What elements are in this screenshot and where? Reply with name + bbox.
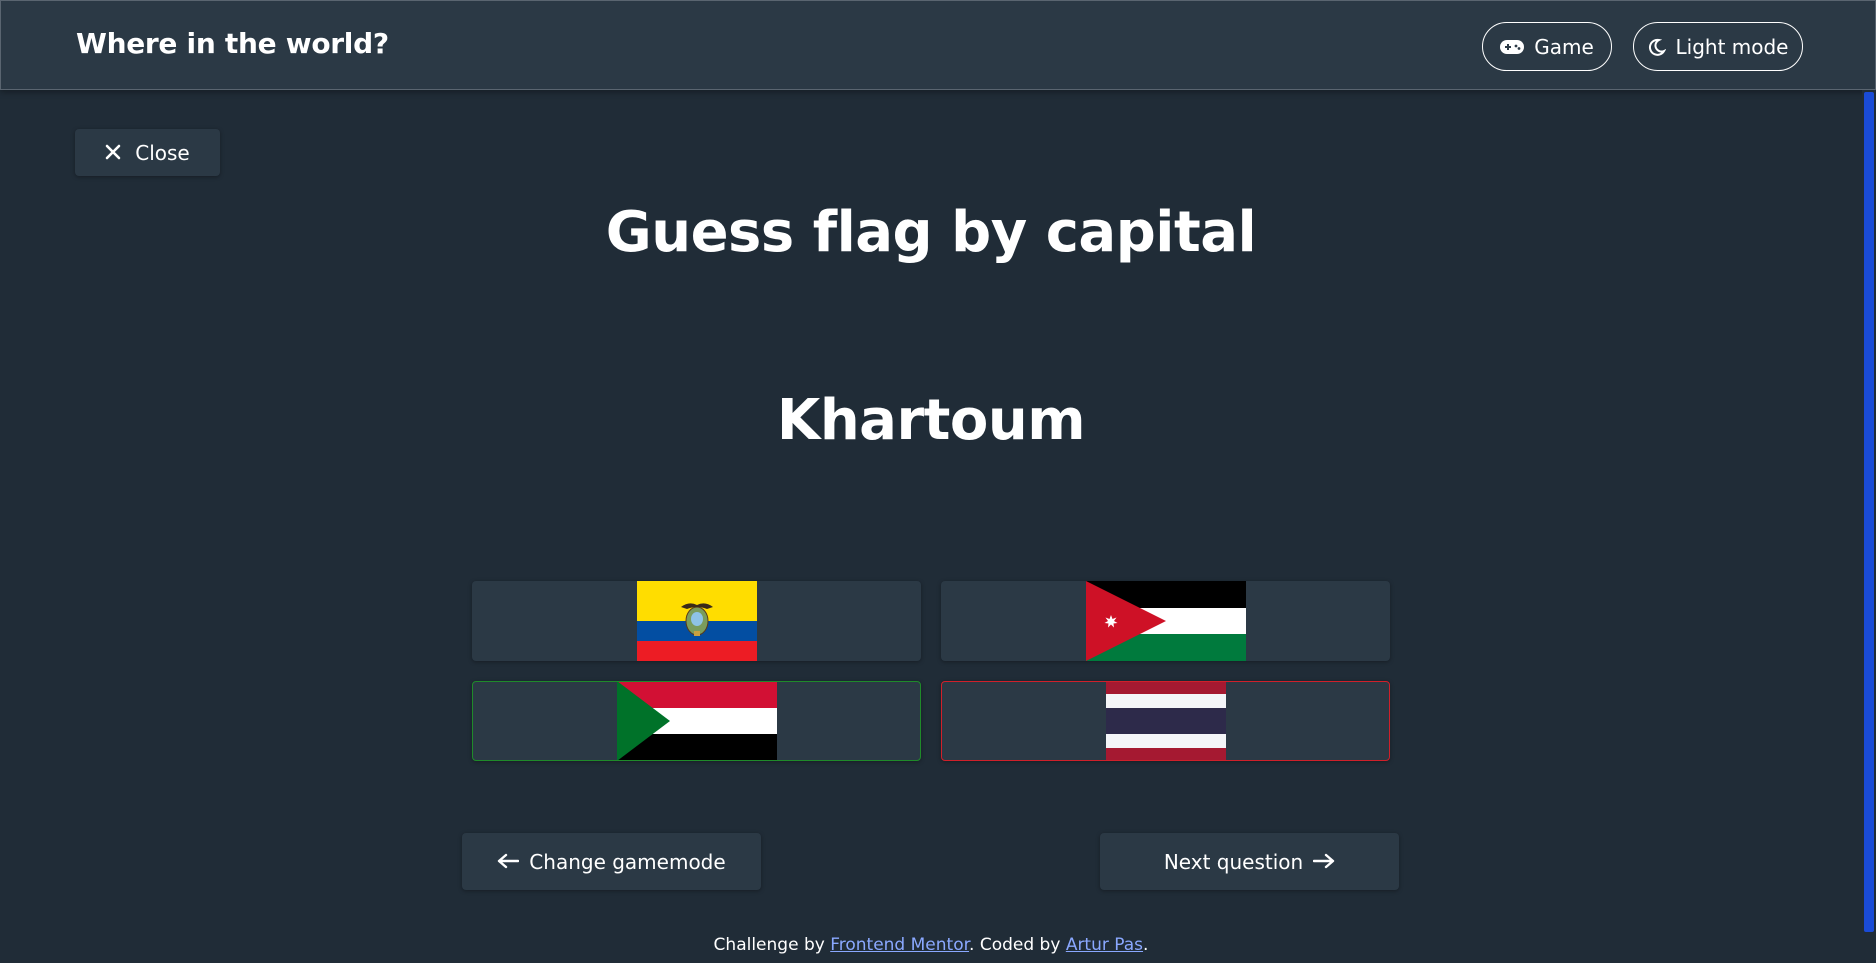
app-title[interactable]: Where in the world? xyxy=(76,27,389,60)
sudan-flag xyxy=(616,682,777,760)
ecuador-flag xyxy=(636,581,757,661)
answer-option-ecuador[interactable] xyxy=(472,581,921,661)
game-button-label: Game xyxy=(1534,34,1594,59)
theme-toggle-label: Light mode xyxy=(1675,34,1789,59)
close-icon xyxy=(105,141,121,165)
theme-toggle-button[interactable]: Light mode xyxy=(1633,22,1803,71)
moon-icon xyxy=(1648,38,1666,56)
change-gamemode-label: Change gamemode xyxy=(529,849,726,874)
next-question-button[interactable]: Next question xyxy=(1100,833,1399,890)
app-header: Where in the world? Game Light mode xyxy=(0,0,1876,90)
footer-prefix: Challenge by xyxy=(713,935,831,955)
game-button[interactable]: Game xyxy=(1482,22,1612,71)
change-gamemode-button[interactable]: Change gamemode xyxy=(462,833,761,890)
answer-option-jordan[interactable] xyxy=(941,581,1390,661)
close-button[interactable]: Close xyxy=(75,129,220,176)
answer-option-thailand[interactable] xyxy=(941,681,1390,761)
footer-middle: . Coded by xyxy=(969,935,1066,955)
jordan-flag xyxy=(1085,581,1246,661)
arrow-left-icon xyxy=(497,850,520,874)
gamepad-icon xyxy=(1500,39,1525,55)
arrow-right-icon xyxy=(1312,850,1335,874)
next-question-label: Next question xyxy=(1163,849,1304,874)
footer-suffix: . xyxy=(1143,935,1149,955)
footer-attribution: Challenge by Frontend Mentor. Coded by A… xyxy=(0,935,1862,955)
author-link[interactable]: Artur Pas xyxy=(1066,935,1143,955)
close-button-label: Close xyxy=(135,140,190,165)
thailand-flag xyxy=(1105,682,1226,760)
frontend-mentor-link[interactable]: Frontend Mentor xyxy=(830,935,969,955)
scrollbar-thumb[interactable] xyxy=(1864,92,1874,932)
quiz-title: Guess flag by capital xyxy=(605,200,1257,265)
capital-name: Khartoum xyxy=(776,388,1086,453)
answer-option-sudan[interactable] xyxy=(472,681,921,761)
